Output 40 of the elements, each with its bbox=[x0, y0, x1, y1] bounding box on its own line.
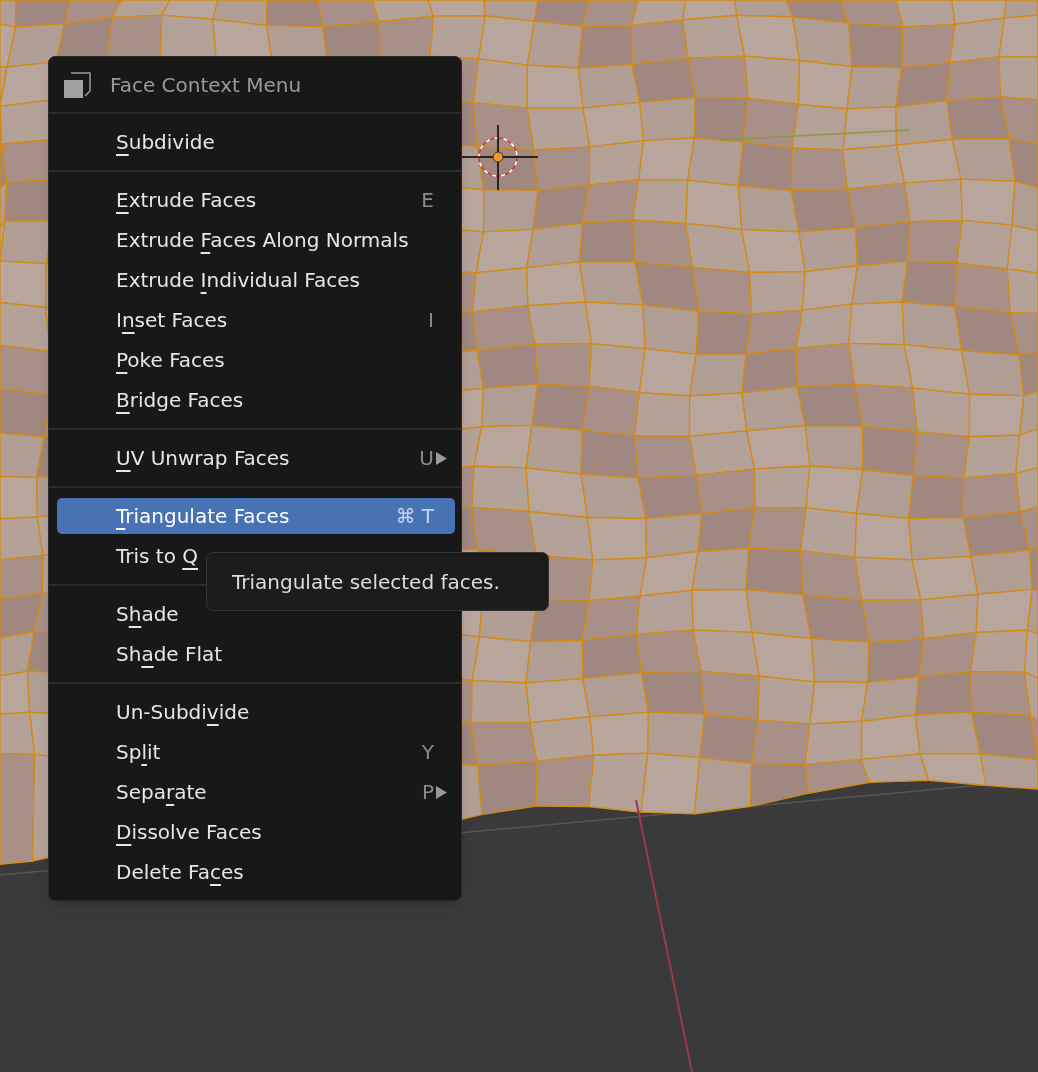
menu-item-label: Split bbox=[116, 740, 161, 764]
menu-item-label: Poke Faces bbox=[116, 348, 225, 372]
menu-item-label: Inset Faces bbox=[116, 308, 228, 332]
menu-item-label: Extrude Faces Along Normals bbox=[116, 228, 409, 252]
menu-item-label: Bridge Faces bbox=[116, 388, 244, 412]
menu-item[interactable]: Subdivide bbox=[57, 124, 455, 160]
menu-item[interactable]: Extrude Faces Along Normals bbox=[57, 222, 455, 258]
menu-item[interactable]: Shade bbox=[57, 596, 455, 632]
menu-item[interactable]: Triangulate Faces ⌘ T bbox=[57, 498, 455, 534]
menu-item-label: Shade Flat bbox=[116, 642, 223, 666]
menu-item-label: Dissolve Faces bbox=[116, 820, 262, 844]
menu-item-label: Extrude Faces bbox=[116, 188, 257, 212]
menu-item[interactable]: UV Unwrap Faces U bbox=[57, 440, 455, 476]
shortcut-label: ⌘ T bbox=[395, 504, 434, 528]
menu-item[interactable]: Poke Faces bbox=[57, 342, 455, 378]
menu-item-label: Separate bbox=[116, 780, 207, 804]
menu-item[interactable]: Dissolve Faces bbox=[57, 814, 455, 850]
menu-item[interactable]: Shade Flat bbox=[57, 636, 455, 672]
shortcut-label: P bbox=[421, 780, 434, 804]
shortcut-label: Y bbox=[421, 740, 434, 764]
menu-item[interactable]: Extrude Faces E bbox=[57, 182, 455, 218]
menu-item[interactable]: Delete Faces bbox=[57, 854, 455, 890]
menu-item[interactable]: Extrude Individual Faces bbox=[57, 262, 455, 298]
menu-item[interactable]: Separate P bbox=[57, 774, 455, 810]
menu-item-label: Tris to Q bbox=[116, 544, 199, 568]
menu-item-label: Subdivide bbox=[116, 130, 215, 154]
menu-item-label: UV Unwrap Faces bbox=[116, 446, 290, 470]
menu-title: Face Context Menu bbox=[110, 71, 302, 99]
menu-item-label: Un-Subdivide bbox=[116, 700, 250, 724]
shortcut-label: I bbox=[428, 308, 434, 332]
menu-item[interactable]: Un-Subdivide bbox=[57, 694, 455, 730]
menu-item-label: Extrude Individual Faces bbox=[116, 268, 360, 292]
shortcut-label: E bbox=[421, 188, 434, 212]
menu-item[interactable]: Split Y bbox=[57, 734, 455, 770]
menu-item[interactable]: Bridge Faces bbox=[57, 382, 455, 418]
shortcut-label: U bbox=[419, 446, 434, 470]
menu-item-label: Delete Faces bbox=[116, 860, 244, 884]
menu-item-label: Shade bbox=[116, 602, 179, 626]
menu-item[interactable]: Inset Faces I bbox=[57, 302, 455, 338]
menu-item-label: Triangulate Faces bbox=[116, 504, 290, 528]
